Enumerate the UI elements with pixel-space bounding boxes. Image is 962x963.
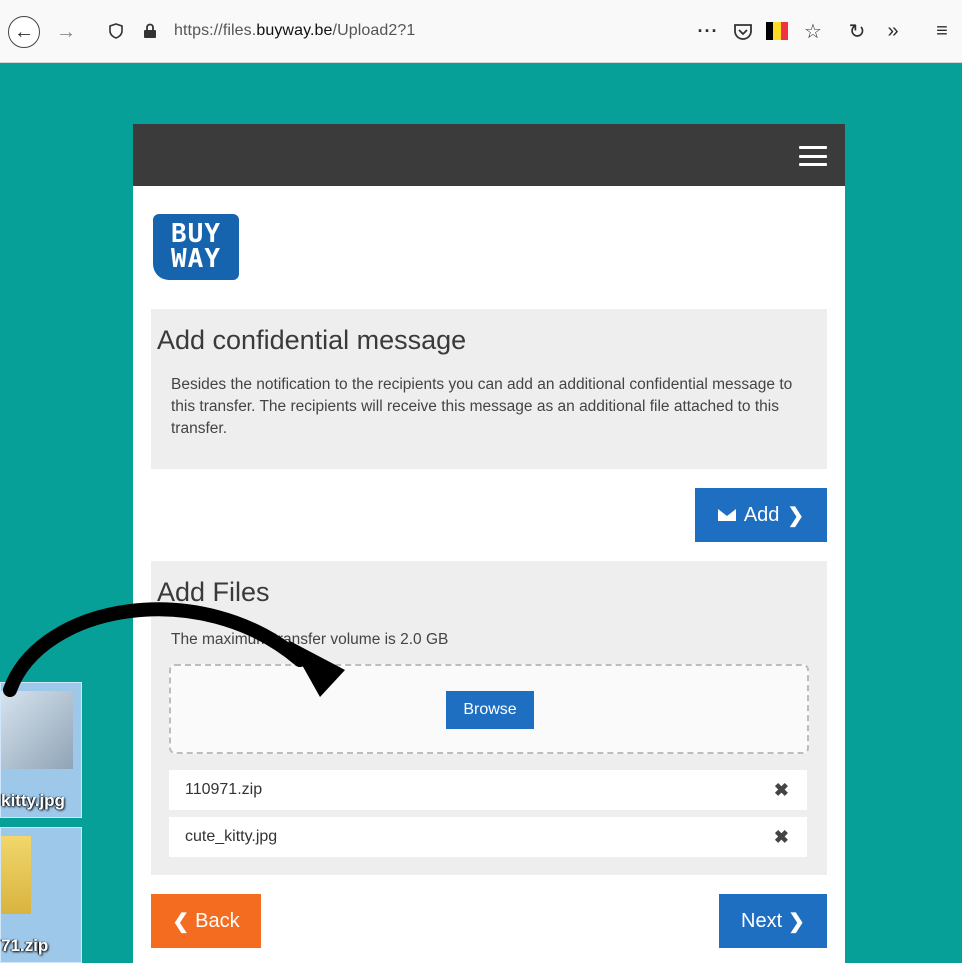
star-icon[interactable]: ☆ [800,18,826,44]
browse-button[interactable]: Browse [446,691,534,729]
url-text[interactable]: https://files.buyway.be/Upload2?1 [174,22,415,40]
next-label: Next [741,909,783,932]
remove-file-icon[interactable]: ✖ [774,827,789,848]
chevron-right-icon: ❯ [787,504,805,527]
main-panel: BUY WAY Add confidential message Besides… [133,186,845,963]
pocket-icon[interactable] [730,20,756,44]
add-message-button[interactable]: Add ❯ [695,488,827,542]
desktop-icon-label: kitty.jpg [1,791,65,810]
url-path: /Upload2?1 [332,22,416,39]
next-button[interactable]: Next ❯ [719,894,827,948]
shield-icon[interactable] [106,21,126,41]
zip-file-icon [1,836,31,914]
flag-stripe-black [766,22,774,40]
reload-icon[interactable]: ↻ [844,18,870,44]
image-thumbnail-icon [1,691,73,769]
add-label: Add [743,503,780,526]
url-domain: buyway.be [256,22,333,39]
file-drop-zone[interactable]: Browse [169,664,809,754]
browser-toolbar: ← → https://files.buyway.be/Upload2?1 ··… [0,0,962,63]
section-title: Add confidential message [157,325,467,355]
remove-file-icon[interactable]: ✖ [774,780,789,801]
file-row: cute_kitty.jpg ✖ [169,817,807,857]
overflow-icon[interactable]: » [880,18,906,44]
file-row: 110971.zip ✖ [169,770,807,810]
desktop-icon-kitty[interactable]: kitty.jpg [0,682,82,818]
add-files-section: Add Files The maximum transfer volume is… [151,561,827,875]
back-button[interactable]: ❮ Back [151,894,261,948]
belgium-flag-icon[interactable] [766,22,788,40]
back-icon[interactable]: ← [8,16,40,48]
file-name: 110971.zip [185,781,263,798]
forward-icon[interactable]: → [54,20,78,44]
logo-line2: WAY [171,244,221,274]
buyway-logo[interactable]: BUY WAY [153,214,239,280]
file-name: cute_kitty.jpg [185,828,278,845]
envelope-icon [717,509,736,521]
confidential-message-section: Add confidential message Besides the not… [151,309,827,469]
back-label: Back [195,909,240,932]
max-volume-text: The maximum transfer volume is 2.0 GB [171,631,449,648]
lock-icon[interactable] [140,21,160,41]
more-icon[interactable]: ··· [694,18,722,44]
site-header [133,124,845,186]
flag-stripe-yellow [773,22,781,40]
hamburger-icon[interactable] [799,146,827,166]
menu-icon[interactable]: ≡ [928,18,956,44]
flag-stripe-red [780,22,788,40]
desktop-icon-zip[interactable]: 71.zip [0,827,82,963]
desktop-icon-label: 71.zip [1,936,49,955]
chevron-left-icon: ❮ [172,910,190,933]
url-prefix: https://files. [174,22,257,39]
section-description: Besides the notification to the recipien… [171,376,793,437]
section-title: Add Files [157,577,270,607]
chevron-right-icon: ❯ [788,910,805,933]
